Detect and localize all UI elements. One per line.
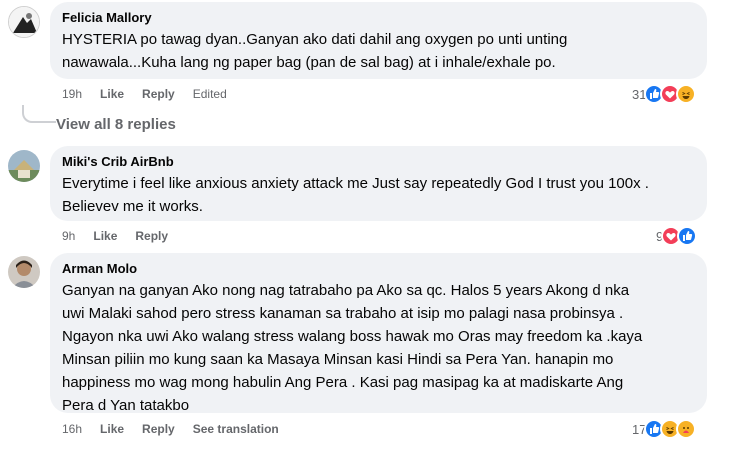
comment-text-line: Everytime i feel like anxious anxiety at… bbox=[62, 175, 649, 192]
edited-label[interactable]: Edited bbox=[193, 86, 227, 102]
comment-actions: 19h Like Reply Edited bbox=[62, 86, 227, 102]
comment-author[interactable]: Arman Molo bbox=[62, 261, 695, 277]
view-replies-link[interactable]: View all 8 replies bbox=[56, 116, 176, 133]
reply-button[interactable]: Reply bbox=[135, 228, 168, 244]
comment-bubble: Miki's Crib AirBnb Everytime i feel like… bbox=[50, 146, 707, 221]
avatar-image bbox=[8, 256, 40, 288]
like-button[interactable]: Like bbox=[100, 421, 124, 437]
care-icon bbox=[676, 419, 697, 439]
reply-button[interactable]: Reply bbox=[142, 86, 175, 102]
avatar[interactable] bbox=[8, 150, 40, 182]
comment-actions: 9h Like Reply bbox=[62, 228, 186, 244]
comment-actions: 16h Like Reply See translation bbox=[62, 421, 279, 437]
reaction-summary[interactable]: 17 bbox=[632, 419, 697, 439]
like-button[interactable]: Like bbox=[100, 86, 124, 102]
avatar-image bbox=[9, 7, 39, 37]
comment-text-line: Ngayon nka uwi Ako walang stress walang … bbox=[62, 328, 643, 345]
comment-text-line: Ganyan na ganyan Ako nong nag tatrabaho … bbox=[62, 282, 630, 299]
comment-timestamp[interactable]: 19h bbox=[62, 86, 82, 102]
reaction-summary[interactable]: 9 bbox=[656, 226, 698, 246]
reaction-summary[interactable]: 31 bbox=[632, 84, 697, 104]
like-button[interactable]: Like bbox=[93, 228, 117, 244]
comment-author[interactable]: Felicia Mallory bbox=[62, 10, 695, 26]
comment-text-line: nawawala...Kuha lang ng paper bag (pan d… bbox=[62, 54, 556, 71]
comment-text-line: Pera d Yan tatakbo bbox=[62, 397, 190, 414]
like-icon bbox=[677, 226, 698, 246]
avatar-image bbox=[8, 150, 40, 182]
comment-text-line: happiness mo wag mong habulin Ang Pera .… bbox=[62, 374, 624, 391]
comment-text: Everytime i feel like anxious anxiety at… bbox=[62, 172, 695, 218]
comment-text-line: HYSTERIA po tawag dyan..Ganyan ako dati … bbox=[62, 31, 568, 48]
comment-text-line: uwi Malaki sahod pero stress kanaman sa … bbox=[62, 305, 624, 322]
avatar[interactable] bbox=[8, 256, 40, 288]
comment-timestamp[interactable]: 16h bbox=[62, 421, 82, 437]
comment-author[interactable]: Miki's Crib AirBnb bbox=[62, 154, 695, 170]
reply-thread-connector bbox=[22, 105, 56, 123]
haha-icon bbox=[676, 84, 697, 104]
comment-text-line: Believev me it works. bbox=[62, 198, 203, 215]
comment-text-line: Minsan piliin mo kung saan ka Masaya Min… bbox=[62, 351, 614, 368]
comment-text: HYSTERIA po tawag dyan..Ganyan ako dati … bbox=[62, 28, 695, 74]
comment-timestamp[interactable]: 9h bbox=[62, 228, 75, 244]
comment-bubble: Arman Molo Ganyan na ganyan Ako nong nag… bbox=[50, 253, 707, 414]
comment-text: Ganyan na ganyan Ako nong nag tatrabaho … bbox=[62, 279, 695, 417]
avatar[interactable] bbox=[8, 6, 40, 38]
comment-bubble: Felicia Mallory HYSTERIA po tawag dyan..… bbox=[50, 2, 707, 79]
see-translation-link[interactable]: See translation bbox=[193, 421, 279, 437]
reply-button[interactable]: Reply bbox=[142, 421, 175, 437]
